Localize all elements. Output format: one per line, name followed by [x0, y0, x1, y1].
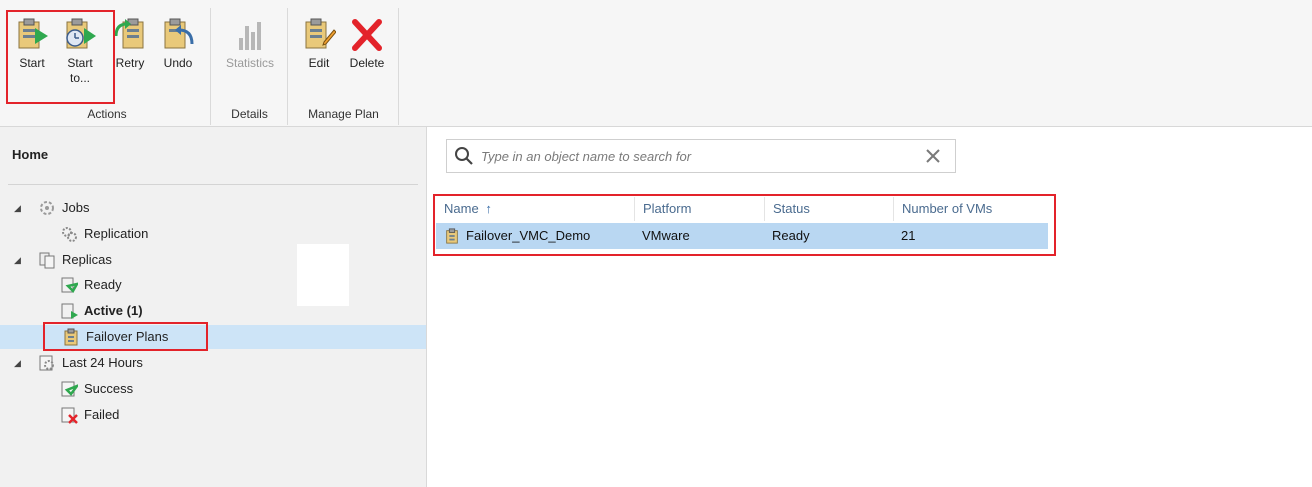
tree-item-failover-plans[interactable]: Failover Plans: [0, 325, 426, 349]
start-to-label-line2: to...: [69, 71, 90, 85]
search-input[interactable]: [479, 141, 923, 171]
tree-label-active: Active (1): [84, 303, 143, 318]
tree-label-failover-plans: Failover Plans: [86, 329, 169, 344]
ribbon-group-details: Statistics Details: [212, 8, 288, 125]
content-pane: Name ↑ Platform Status Number of VMs Fai…: [428, 127, 1312, 487]
ribbon-group-actions: Start Start to... Retry Undo Actions: [4, 8, 211, 125]
expand-arrow-icon[interactable]: ◢: [14, 351, 24, 375]
failed-icon: [61, 407, 78, 424]
failover-plan-icon: [446, 228, 458, 244]
tree-item-active[interactable]: Active (1): [60, 299, 143, 323]
search-box: [446, 139, 956, 173]
active-icon: [61, 303, 78, 319]
tree-item-last-24-hours[interactable]: ◢ Last 24 Hours: [14, 351, 143, 375]
undo-label: Undo: [163, 56, 193, 70]
tree-item-ready[interactable]: Ready: [60, 273, 122, 297]
cell-name-text: Failover_VMC_Demo: [466, 228, 591, 243]
tree-label-success: Success: [84, 381, 134, 396]
cell-number-of-vms: 21: [901, 228, 916, 243]
tree-label-replicas: Replicas: [62, 252, 112, 267]
statistics-button[interactable]: Statistics: [220, 16, 280, 71]
tree-item-failed[interactable]: Failed: [60, 403, 119, 427]
edit-label: Edit: [308, 56, 330, 70]
delete-button[interactable]: Delete: [345, 16, 389, 71]
details-group-label: Details: [231, 107, 268, 121]
replication-icon: [62, 227, 77, 242]
delete-label: Delete: [349, 56, 385, 70]
expand-arrow-icon[interactable]: ◢: [14, 196, 24, 220]
tree-label-jobs: Jobs: [62, 200, 90, 215]
start-button[interactable]: Start: [10, 16, 54, 71]
column-header-platform-label: Platform: [643, 201, 692, 216]
jobs-icon: [40, 201, 54, 215]
column-header-status-label: Status: [773, 201, 810, 216]
tree-label-replication: Replication: [84, 226, 149, 241]
ribbon: Start Start to... Retry Undo Actions Sta…: [0, 0, 1312, 127]
cell-name: Failover_VMC_Demo: [436, 223, 634, 249]
start-to-label-line1: Start: [67, 56, 93, 70]
start-plan-icon: [18, 18, 48, 49]
replicas-icon: [39, 252, 55, 269]
column-header-name-label: Name: [444, 201, 479, 216]
column-header-platform[interactable]: Platform: [634, 197, 764, 221]
home-divider: [8, 184, 418, 185]
manage-plan-group-label: Manage Plan: [308, 107, 379, 121]
clear-search-icon[interactable]: [923, 146, 943, 166]
cell-status: Ready: [772, 228, 810, 243]
sort-ascending-icon: ↑: [485, 201, 492, 216]
edit-button[interactable]: Edit: [297, 16, 341, 71]
undo-button[interactable]: Undo: [156, 16, 200, 71]
delete-icon: [352, 19, 382, 51]
last-24-hours-icon: [39, 355, 54, 371]
expand-arrow-icon[interactable]: ◢: [14, 248, 24, 272]
undo-icon: [164, 18, 194, 49]
failover-plans-icon: [64, 328, 78, 346]
blank-panel: [297, 244, 349, 306]
tree-item-replicas[interactable]: ◢ Replicas: [14, 248, 112, 272]
column-header-name[interactable]: Name ↑: [436, 197, 634, 221]
start-label: Start: [19, 56, 45, 70]
cell-platform: VMware: [642, 228, 690, 243]
column-header-number-of-vms[interactable]: Number of VMs: [893, 197, 1048, 221]
column-header-status[interactable]: Status: [764, 197, 893, 221]
retry-label: Retry: [115, 56, 145, 70]
retry-button[interactable]: Retry: [108, 16, 152, 71]
search-icon[interactable]: [453, 145, 475, 167]
table-row[interactable]: Failover_VMC_Demo VMware Ready 21: [436, 223, 1048, 249]
success-icon: [61, 381, 78, 397]
retry-icon: [114, 18, 144, 49]
home-title: Home: [12, 147, 49, 162]
actions-group-label: Actions: [87, 107, 127, 121]
statistics-icon: [239, 22, 261, 50]
tree-label-ready: Ready: [84, 277, 122, 292]
grid-header: Name ↑ Platform Status Number of VMs: [436, 197, 1048, 221]
ribbon-group-manage-plan: Edit Delete Manage Plan: [289, 8, 399, 125]
column-header-number-of-vms-label: Number of VMs: [902, 201, 993, 216]
tree-label-failed: Failed: [84, 407, 120, 422]
start-to-button[interactable]: Start to...: [58, 16, 102, 86]
tree-item-success[interactable]: Success: [60, 377, 133, 401]
tree-item-replication[interactable]: Replication: [60, 222, 148, 246]
tree-item-jobs[interactable]: ◢ Jobs: [14, 196, 89, 220]
start-to-plan-icon: [66, 18, 96, 49]
statistics-label: Statistics: [225, 56, 274, 70]
edit-plan-icon: [305, 18, 336, 49]
tree-label-last-24-hours: Last 24 Hours: [62, 355, 143, 370]
ready-icon: [61, 277, 78, 294]
navigation-pane: Home ◢ Jobs Replication ◢ Replicas Ready: [0, 127, 427, 487]
